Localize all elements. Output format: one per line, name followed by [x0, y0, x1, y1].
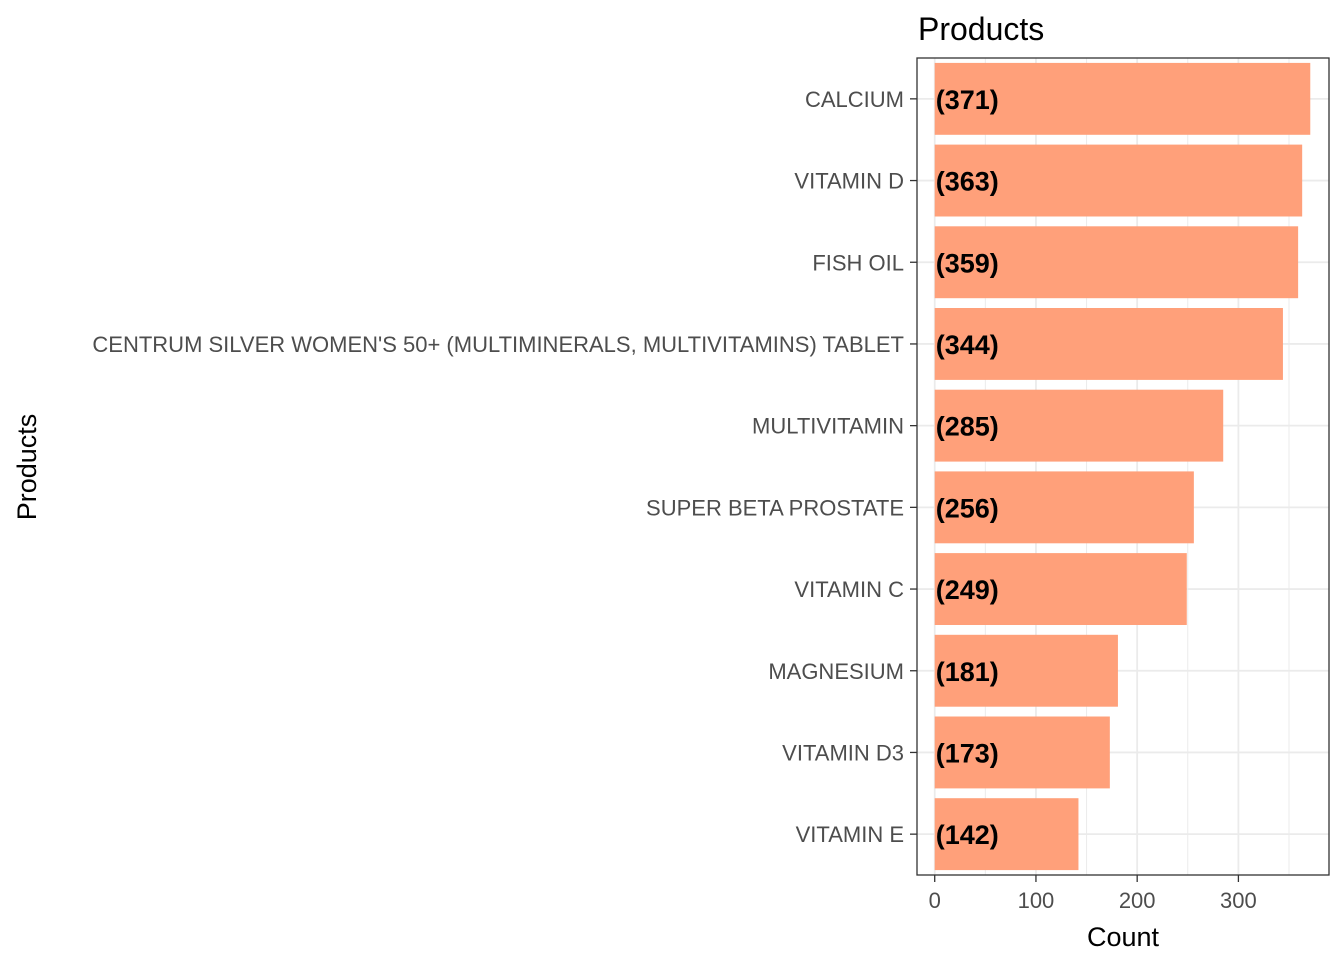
x-tick-label: 100 — [1018, 888, 1055, 913]
category-label: CALCIUM — [805, 87, 904, 112]
category-label: MULTIVITAMIN — [752, 414, 904, 439]
bar-value-label: (371) — [936, 85, 999, 115]
category-label: SUPER BETA PROSTATE — [646, 495, 904, 520]
x-tick-label: 200 — [1119, 888, 1156, 913]
chart: (371) (363) (359) (344) (285) (256) (249) (181)… — [12, 11, 1330, 952]
chart-title: Products — [918, 11, 1044, 47]
bar-value-label: (181) — [936, 657, 999, 687]
x-axis-ticks: 0 100 200 300 — [929, 875, 1257, 913]
category-label: VITAMIN C — [794, 577, 904, 602]
bar-value-label: (359) — [936, 248, 999, 278]
category-label: MAGNESIUM — [768, 659, 904, 684]
bar-value-label: (249) — [936, 575, 999, 605]
bar-value-label: (256) — [936, 493, 999, 523]
x-axis-title: Count — [1087, 922, 1160, 952]
bar-value-label: (344) — [936, 330, 999, 360]
bar-value-label: (173) — [936, 738, 999, 768]
category-label: VITAMIN D3 — [782, 740, 904, 765]
category-label: CENTRUM SILVER WOMEN'S 50+ (MULTIMINERAL… — [92, 332, 904, 357]
y-axis-title: Products — [12, 414, 42, 521]
category-label: VITAMIN E — [796, 822, 904, 847]
x-tick-label: 300 — [1220, 888, 1257, 913]
bar-value-label: (142) — [936, 820, 999, 850]
category-label: FISH OIL — [812, 250, 904, 275]
x-tick-label: 0 — [929, 888, 941, 913]
category-label: VITAMIN D — [794, 169, 904, 194]
bar-value-label: (285) — [936, 412, 999, 442]
y-axis-ticks: CALCIUM VITAMIN D FISH OIL CENTRUM SILVER W… — [92, 87, 917, 847]
bar-value-label: (363) — [936, 167, 999, 197]
